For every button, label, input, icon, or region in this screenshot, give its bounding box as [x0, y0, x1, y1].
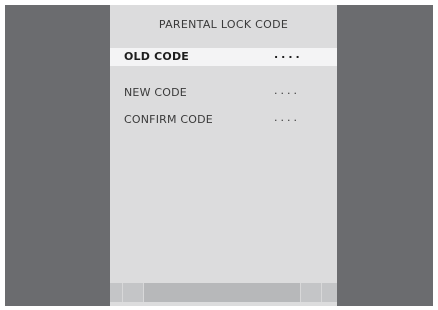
bottom-status-bar [110, 283, 337, 302]
status-bar-segment [123, 283, 143, 302]
code-value-field: .... [274, 111, 300, 124]
menu-item-label: OLD CODE [124, 50, 189, 63]
status-bar-segment [301, 283, 321, 302]
status-bar-segment [110, 283, 122, 302]
menu-item-new-code[interactable]: NEW CODE .... [110, 84, 337, 102]
code-value-field: .... [274, 84, 300, 97]
menu-panel: PARENTAL LOCK CODE OLD CODE .... NEW COD… [110, 5, 337, 306]
menu-item-old-code[interactable]: OLD CODE .... [110, 48, 337, 66]
code-value-field: .... [274, 48, 303, 61]
status-bar-segment [322, 283, 337, 302]
status-bar-divider [143, 283, 144, 302]
menu-item-label: NEW CODE [124, 86, 187, 99]
menu-item-confirm-code[interactable]: CONFIRM CODE .... [110, 111, 337, 129]
menu-title: PARENTAL LOCK CODE [158, 18, 289, 31]
menu-item-label: CONFIRM CODE [124, 113, 213, 126]
